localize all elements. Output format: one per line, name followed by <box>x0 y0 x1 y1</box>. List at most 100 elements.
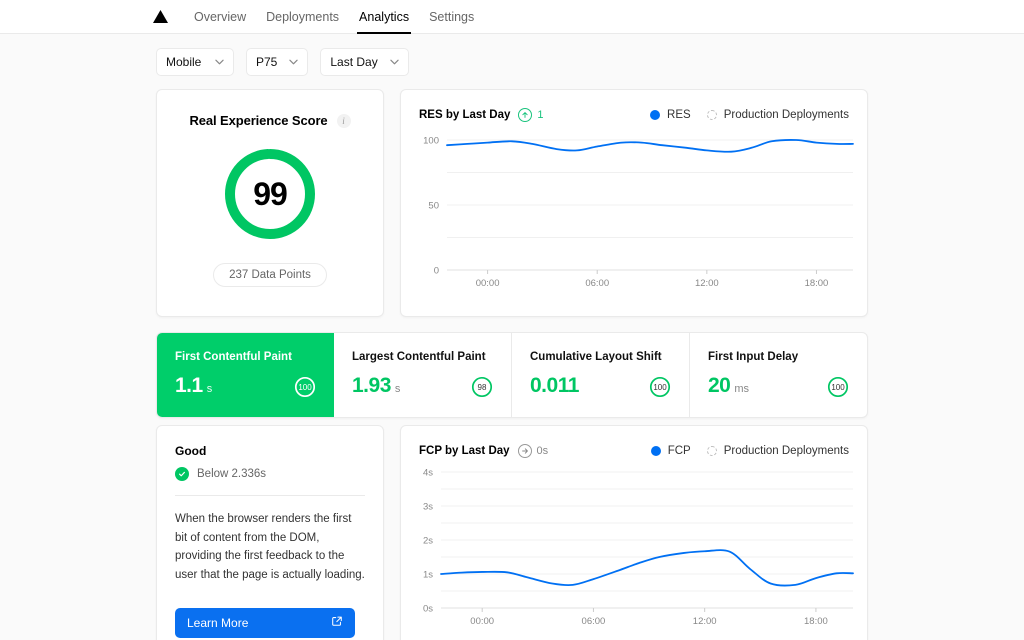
legend-dashed-dot-icon <box>707 446 717 456</box>
legend-item-production-deployments[interactable]: Production Deployments <box>707 109 849 121</box>
res-chart-legend: RES Production Deployments <box>650 109 849 121</box>
svg-text:00:00: 00:00 <box>476 278 500 289</box>
divider <box>175 495 365 496</box>
percentile-filter-value: P75 <box>256 55 277 69</box>
tab-largest-contentful-paint[interactable]: Largest Contentful Paint 1.93 s 98 <box>334 333 512 417</box>
metric-value-group: 0.011 <box>530 375 583 397</box>
time-range-filter-value: Last Day <box>330 55 377 69</box>
metric-value-group: 1.1 s <box>175 375 212 397</box>
fcp-chart-header: FCP by Last Day 0s FCP Production Deploy… <box>401 426 867 458</box>
data-points-wrapper: 237 Data Points <box>157 263 383 287</box>
nav-item-label: Deployments <box>266 10 339 24</box>
arrow-right-circle-icon <box>518 444 532 458</box>
svg-text:00:00: 00:00 <box>470 616 494 627</box>
nav-item-analytics[interactable]: Analytics <box>349 0 419 34</box>
svg-text:50: 50 <box>428 201 439 212</box>
metric-score-ring: 100 <box>649 376 671 398</box>
res-chart-card: RES by Last Day 1 RES Production Deploym… <box>400 89 868 317</box>
res-chart-plot: 05010000:0006:0012:0018:00 <box>401 122 867 302</box>
res-chart-title: RES by Last Day <box>419 109 510 121</box>
svg-text:06:00: 06:00 <box>582 616 606 627</box>
res-chart-title-group: RES by Last Day 1 <box>419 108 544 122</box>
metric-detail-card: Good Below 2.336s When the browser rende… <box>156 425 384 640</box>
score-card-header: Real Experience Score i <box>157 113 383 128</box>
web-vitals-tab-strip: First Contentful Paint 1.1s 100 Largest … <box>156 332 868 418</box>
real-experience-score-card: Real Experience Score i 99 237 Data Poin… <box>156 89 384 317</box>
info-icon[interactable]: i <box>337 114 351 128</box>
metric-value: 1.93 <box>352 374 391 397</box>
nav-item-settings[interactable]: Settings <box>419 0 484 34</box>
data-points-badge: 237 Data Points <box>213 263 327 287</box>
time-range-filter-select[interactable]: Last Day <box>320 48 408 76</box>
nav-item-label: Overview <box>194 10 246 24</box>
tab-first-contentful-paint[interactable]: First Contentful Paint 1.1s 100 <box>157 333 334 417</box>
threshold-row: Below 2.336s <box>175 467 365 481</box>
nav-links: Overview Deployments Analytics Settings <box>184 0 484 34</box>
fcp-delta-value: 0s <box>537 445 549 457</box>
score-ring-wrapper: 99 <box>157 147 383 241</box>
svg-text:100: 100 <box>423 136 439 147</box>
metric-score-value: 100 <box>827 376 849 398</box>
learn-more-label: Learn More <box>187 616 248 630</box>
nav-item-deployments[interactable]: Deployments <box>256 0 349 34</box>
fcp-chart-plot: 0s1s2s3s4s00:0006:0012:0018:00 <box>401 458 867 640</box>
svg-text:4s: 4s <box>423 468 433 479</box>
percentile-filter-select[interactable]: P75 <box>246 48 308 76</box>
svg-text:18:00: 18:00 <box>805 278 829 289</box>
metric-score-ring: 98 <box>471 376 493 398</box>
legend-label: Production Deployments <box>724 445 849 457</box>
nav-item-label: Settings <box>429 10 474 24</box>
svg-text:18:00: 18:00 <box>804 616 828 627</box>
metric-label: First Input Delay <box>708 351 849 363</box>
tab-first-input-delay[interactable]: First Input Delay 20 ms 100 <box>690 333 867 417</box>
metric-unit: s <box>207 383 213 395</box>
vercel-triangle-logo-icon[interactable] <box>150 7 170 27</box>
svg-text:0: 0 <box>434 266 439 277</box>
svg-text:0s: 0s <box>423 604 433 615</box>
legend-label: FCP <box>668 445 691 457</box>
metric-value: 1.1 <box>175 374 203 397</box>
fcp-chart-title: FCP by Last Day <box>419 445 510 457</box>
svg-text:12:00: 12:00 <box>695 278 719 289</box>
nav-item-label: Analytics <box>359 10 409 24</box>
legend-item-res[interactable]: RES <box>650 109 691 121</box>
metric-value-row: 1.1 s 100 <box>175 375 316 397</box>
top-navigation-bar: Overview Deployments Analytics Settings <box>0 0 1024 34</box>
filter-bar: Mobile P75 Last Day <box>156 48 409 76</box>
metric-value-row: 1.93 s 98 <box>352 375 493 397</box>
legend-item-fcp[interactable]: FCP <box>651 445 691 457</box>
page-title: Real Experience Score <box>189 113 327 128</box>
arrow-up-circle-icon <box>518 108 532 122</box>
status-badge: Good <box>175 444 365 458</box>
res-delta-value: 1 <box>537 109 543 121</box>
metric-value-group: 1.93 s <box>352 375 400 397</box>
svg-text:3s: 3s <box>423 502 433 513</box>
metric-value-row: 0.011 100 <box>530 375 671 397</box>
device-filter-select[interactable]: Mobile <box>156 48 234 76</box>
metric-score-value: 100 <box>649 376 671 398</box>
fcp-chart-legend: FCP Production Deployments <box>651 445 849 457</box>
chevron-down-icon <box>390 59 399 65</box>
metric-unit: s <box>395 383 401 395</box>
threshold-text: Below 2.336s <box>197 468 266 480</box>
legend-label: RES <box>667 109 691 121</box>
svg-text:12:00: 12:00 <box>693 616 717 627</box>
legend-item-production-deployments[interactable]: Production Deployments <box>707 445 849 457</box>
external-link-icon <box>331 614 343 632</box>
check-circle-icon <box>175 467 189 481</box>
fcp-chart-card: FCP by Last Day 0s FCP Production Deploy… <box>400 425 868 640</box>
metric-unit: ms <box>734 383 749 395</box>
legend-label: Production Deployments <box>724 109 849 121</box>
metric-description: When the browser renders the first bit o… <box>175 510 365 585</box>
metric-label: Largest Contentful Paint <box>352 351 493 363</box>
nav-item-overview[interactable]: Overview <box>184 0 256 34</box>
tab-cumulative-layout-shift[interactable]: Cumulative Layout Shift 0.011 100 <box>512 333 690 417</box>
legend-dashed-dot-icon <box>707 110 717 120</box>
learn-more-button[interactable]: Learn More <box>175 608 355 638</box>
metric-score-ring: 100 <box>827 376 849 398</box>
metric-value: 20 <box>708 374 730 397</box>
metric-score-value: 100 <box>294 376 316 398</box>
metric-value-row: 20 ms 100 <box>708 375 849 397</box>
fcp-chart-title-group: FCP by Last Day 0s <box>419 444 548 458</box>
res-chart-header: RES by Last Day 1 RES Production Deploym… <box>401 90 867 122</box>
